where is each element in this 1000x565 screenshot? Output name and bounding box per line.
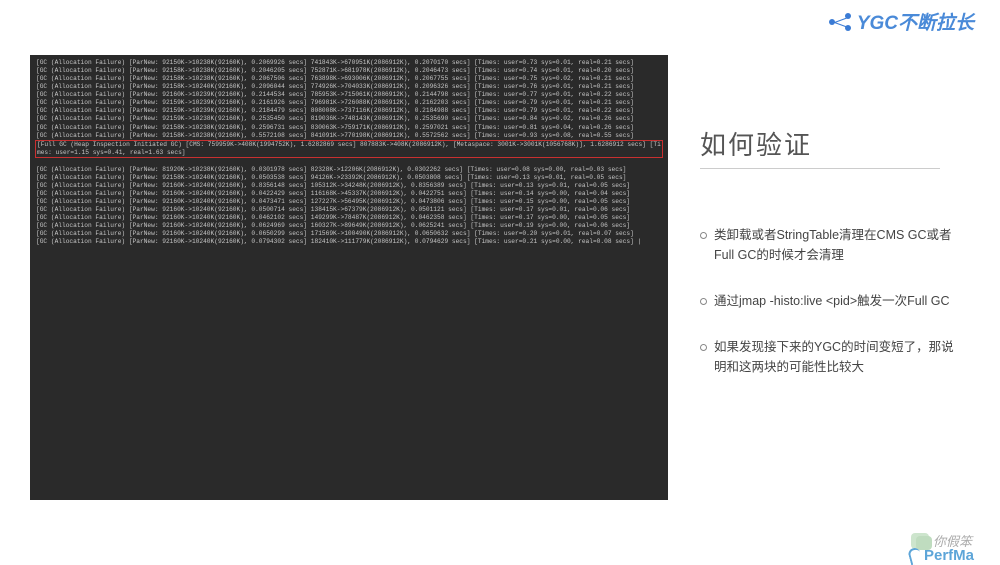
section-heading: 如何验证 xyxy=(700,125,812,162)
bullet-item: 通过jmap -histo:live <pid>触发一次Full GC xyxy=(700,291,960,311)
divider xyxy=(700,168,940,169)
slide-header: YGC不断拉长 xyxy=(829,8,974,35)
bullet-item: 类卸载或者StringTable清理在CMS GC或者Full GC的时候才会清… xyxy=(700,225,960,265)
terminal-output: [GC (Allocation Failure) [ParNew: 92150K… xyxy=(30,55,668,500)
bullets: 类卸载或者StringTable清理在CMS GC或者Full GC的时候才会清… xyxy=(700,225,960,403)
network-icon xyxy=(829,13,851,31)
bullet-item: 如果发现接下来的YGC的时间变短了，那说明和这两块的可能性比较大 xyxy=(700,337,960,377)
slide-title: YGC不断拉长 xyxy=(857,8,974,35)
brand-logo: PerfMa xyxy=(909,547,974,564)
brand-name: PerfMa xyxy=(924,547,974,564)
